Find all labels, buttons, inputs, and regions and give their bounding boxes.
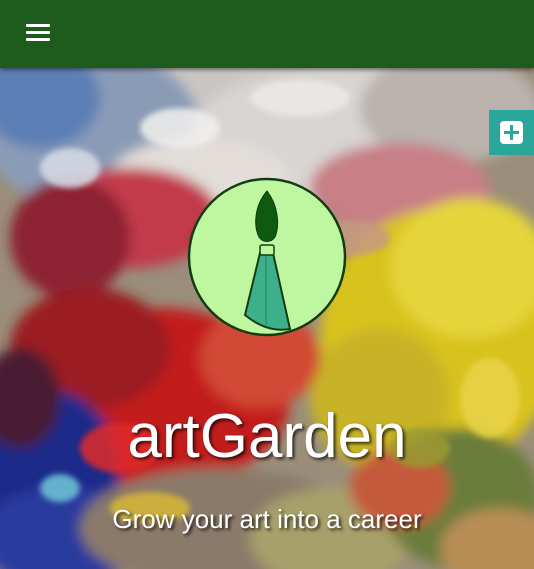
hamburger-menu-icon — [26, 24, 50, 27]
site-title: artGarden — [127, 402, 407, 471]
hero-section — [0, 68, 534, 569]
site-tagline: Grow your art into a career — [112, 504, 422, 534]
top-app-bar — [0, 0, 534, 68]
hamburger-menu-button[interactable] — [16, 16, 60, 52]
hamburger-menu-icon-bar — [26, 31, 50, 34]
add-button[interactable] — [489, 110, 534, 155]
plus-square-icon — [500, 121, 523, 144]
paintbrush-logo-icon — [187, 177, 347, 337]
hamburger-menu-icon-bar — [26, 38, 50, 41]
